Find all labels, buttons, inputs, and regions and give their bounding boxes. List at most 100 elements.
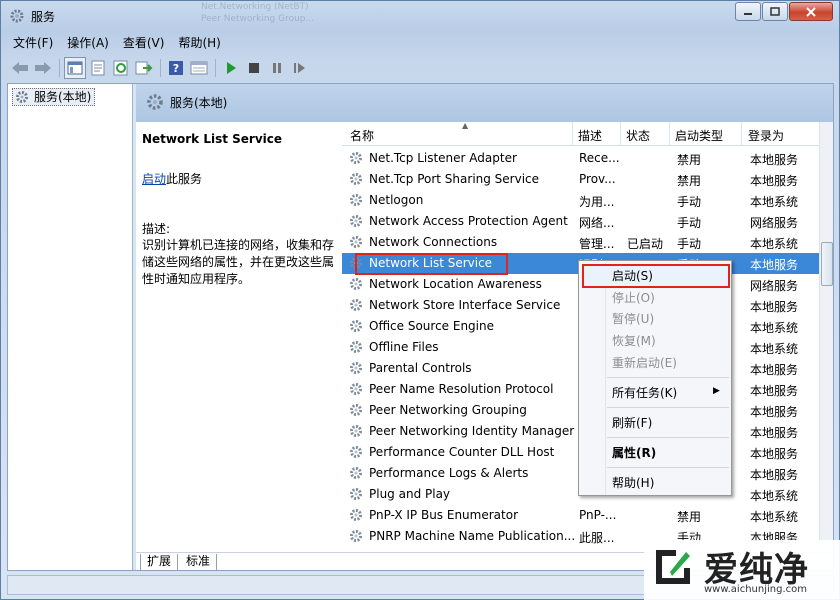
menu-item-resume[interactable]: 恢复(M) — [612, 331, 656, 351]
service-logon-cell: 网络服务 — [750, 279, 799, 293]
service-status-cell: 已启动 — [627, 237, 664, 251]
help-icon: ? — [169, 61, 183, 75]
column-header-logon-as[interactable]: 登录为 — [748, 127, 784, 144]
service-logon-cell: 本地系统 — [750, 195, 799, 209]
service-logon-cell: 本地服务 — [750, 153, 799, 167]
service-description-cell: 为用... — [579, 195, 615, 209]
menu-item-start[interactable]: 启动(S) — [612, 266, 653, 286]
service-gear-icon — [349, 466, 363, 483]
service-logon-cell: 本地服务 — [750, 468, 799, 482]
pause-service-button[interactable] — [266, 57, 288, 79]
refresh-button[interactable] — [110, 57, 132, 79]
start-service-suffix: 此服务 — [166, 172, 203, 186]
service-logon-cell: 本地服务 — [750, 447, 799, 461]
forward-button[interactable] — [32, 57, 54, 79]
column-header-description[interactable]: 描述 — [578, 127, 602, 144]
services-gear-icon — [146, 93, 164, 114]
menu-file[interactable]: 文件(F) — [7, 34, 59, 51]
service-startup-type-cell: 手动 — [677, 216, 702, 230]
details-header-title: 服务(本地) — [170, 96, 228, 110]
stop-service-button[interactable] — [243, 57, 265, 79]
minimize-button[interactable] — [735, 2, 761, 21]
service-description-cell: Prov... — [579, 172, 616, 186]
menu-action[interactable]: 操作(A) — [61, 34, 115, 51]
service-description-cell: 网络... — [579, 216, 615, 230]
service-startup-type-cell: 禁用 — [677, 510, 702, 524]
service-gear-icon — [349, 319, 363, 336]
scrollbar-thumb[interactable] — [821, 242, 833, 286]
menu-item-restart[interactable]: 重新启动(E) — [612, 353, 677, 373]
tree-item-label: 服务(本地) — [34, 90, 92, 104]
svg-text:?: ? — [173, 62, 179, 75]
table-row[interactable]: Net.Tcp Port Sharing Service Prov... 禁用 本地服… — [342, 169, 819, 190]
start-service-link[interactable]: 启动 — [142, 172, 166, 186]
title-bar[interactable]: 服务 Net.Networking (NetBT) Peer Networkin… — [1, 1, 839, 31]
service-gear-icon — [349, 529, 363, 546]
service-gear-icon — [349, 214, 363, 231]
service-name-cell: Network Store Interface Service — [369, 298, 561, 312]
toolbar-separator — [160, 59, 161, 77]
service-logon-cell: 本地服务 — [750, 363, 799, 377]
menu-item-stop[interactable]: 停止(O) — [612, 288, 655, 308]
context-menu-highlight — [582, 264, 730, 288]
view-button[interactable] — [188, 57, 210, 79]
watermark-url: www.aichunjing.com — [704, 584, 807, 595]
menu-item-all-tasks[interactable]: 所有任务(K) — [612, 383, 677, 403]
menu-item-refresh[interactable]: 刷新(F) — [612, 413, 652, 433]
vertical-scrollbar[interactable] — [819, 122, 833, 552]
column-header-startup-type[interactable]: 启动类型 — [675, 127, 723, 144]
start-service-button[interactable] — [220, 57, 242, 79]
context-menu: 启动(S) 停止(O) 暂停(U) 恢复(M) 重新启动(E) 所有任务(K) … — [578, 260, 732, 496]
service-name-cell: PNRP Machine Name Publication... — [369, 529, 576, 543]
service-logon-cell: 本地服务 — [750, 405, 799, 419]
service-gear-icon — [349, 424, 363, 441]
service-gear-icon — [349, 151, 363, 168]
table-row[interactable]: Network Connections 管理... 已启动 手动 本地系统 — [342, 232, 819, 253]
service-logon-cell: 本地服务 — [750, 426, 799, 440]
minimize-icon — [744, 12, 752, 15]
service-name-cell: Peer Name Resolution Protocol — [369, 382, 554, 396]
service-description-cell: 此服... — [579, 531, 615, 545]
help-button[interactable]: ? — [165, 57, 187, 79]
properties-button[interactable] — [87, 57, 109, 79]
selected-service-highlight-box — [355, 253, 508, 275]
toolbar-separator — [215, 59, 216, 77]
table-row[interactable]: Net.Tcp Listener Adapter Rece... 禁用 本地服务 — [342, 148, 819, 169]
column-header-name[interactable]: 名称 — [350, 127, 374, 144]
console-tree: 服务(本地) — [8, 84, 133, 570]
close-button[interactable] — [789, 2, 833, 21]
maximize-button[interactable] — [762, 2, 788, 21]
console-tree-icon — [67, 61, 83, 75]
table-row[interactable]: PnP-X IP Bus Enumerator PnP-... 禁用 本地系统 — [342, 505, 819, 526]
back-button[interactable] — [9, 57, 31, 79]
restart-service-button[interactable] — [289, 57, 311, 79]
service-logon-cell: 本地服务 — [750, 300, 799, 314]
properties-icon — [91, 60, 105, 76]
service-logon-cell: 本地系统 — [750, 510, 799, 524]
service-startup-type-cell: 手动 — [677, 195, 702, 209]
table-row[interactable]: Netlogon 为用... 手动 本地系统 — [342, 190, 819, 211]
table-row[interactable]: Network Access Protection Agent 网络... 手动 网络… — [342, 211, 819, 232]
menu-help[interactable]: 帮助(H) — [172, 34, 226, 51]
forward-arrow-icon — [35, 62, 51, 74]
service-gear-icon — [349, 403, 363, 420]
menu-item-help[interactable]: 帮助(H) — [612, 473, 654, 493]
service-gear-icon — [349, 508, 363, 525]
menu-bar: 文件(F) 操作(A) 查看(V) 帮助(H) — [7, 31, 833, 53]
service-logon-cell: 本地系统 — [750, 237, 799, 251]
tree-item-services-local[interactable]: 服务(本地) — [12, 88, 96, 106]
console-tree-button[interactable] — [64, 57, 86, 79]
service-logon-cell: 本地系统 — [750, 342, 799, 356]
column-header-status[interactable]: 状态 — [626, 127, 650, 144]
tab-standard[interactable]: 标准 — [180, 554, 218, 571]
tab-extended[interactable]: 扩展 — [140, 554, 179, 571]
menu-item-properties[interactable]: 属性(R) — [612, 443, 656, 463]
service-gear-icon — [349, 277, 363, 294]
service-description-panel: Network List Service 启动此服务 描述: 识别计算机已连接的… — [136, 122, 342, 552]
service-name-cell: Netlogon — [369, 193, 424, 207]
export-button[interactable] — [133, 57, 155, 79]
menu-view[interactable]: 查看(V) — [117, 34, 171, 51]
menu-item-pause[interactable]: 暂停(U) — [612, 309, 654, 329]
service-name-cell: Plug and Play — [369, 487, 451, 501]
service-name-cell: Parental Controls — [369, 361, 472, 375]
